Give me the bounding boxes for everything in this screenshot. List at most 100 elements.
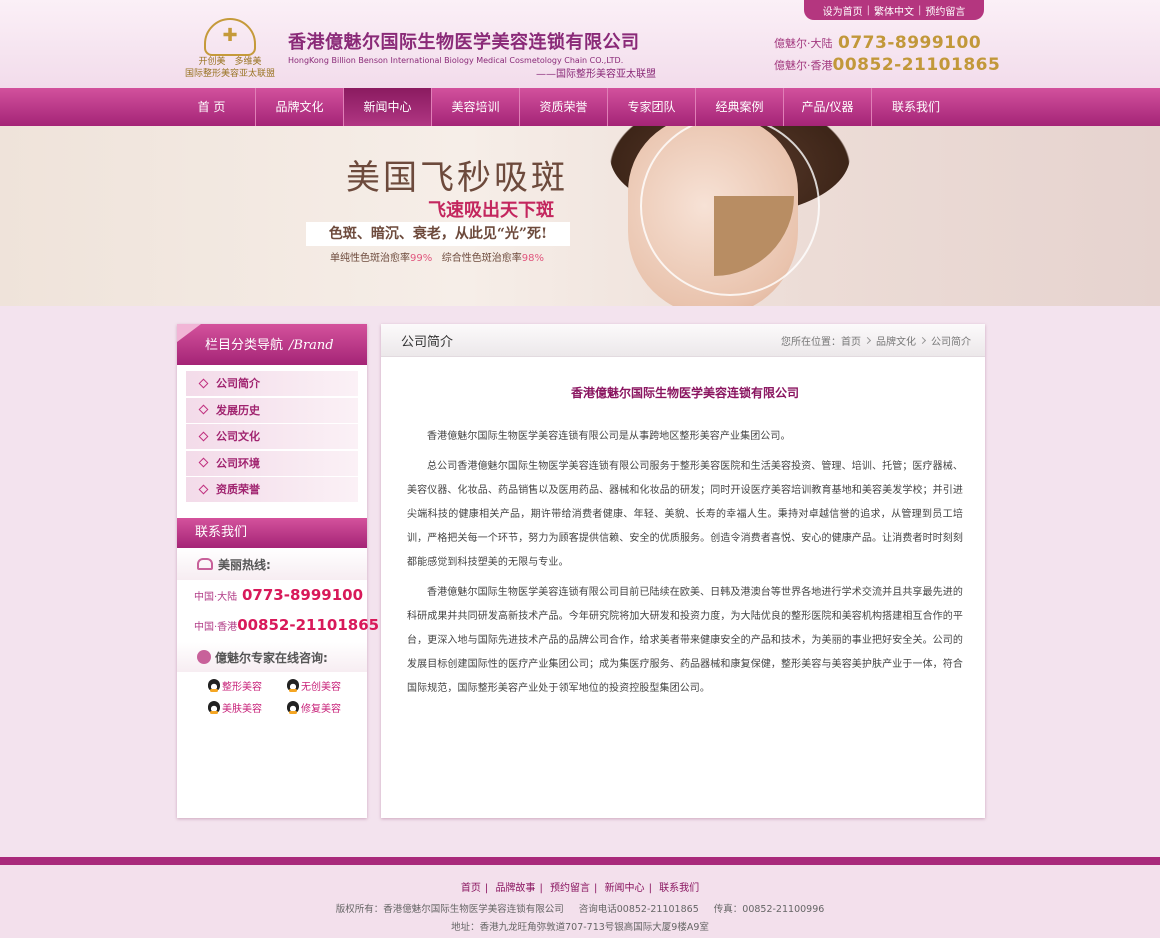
- sidebar-item-label: 公司简介: [216, 377, 260, 390]
- sidebar-item-company-profile[interactable]: 公司简介: [186, 371, 358, 396]
- footer-address: 地址：香港九龙旺角弥敦道707-713号银高国际大厦9楼A9室: [451, 922, 709, 933]
- sidebar-item-culture[interactable]: 公司文化: [186, 424, 358, 450]
- company-name-en: HongKong Billion Benson International Bi…: [288, 56, 624, 65]
- stat2-value: 98%: [521, 253, 545, 264]
- footer-link-appointment[interactable]: 预约留言: [546, 883, 594, 894]
- contact-phone-label: 中国·大陆: [194, 591, 238, 603]
- corner-decoration-icon: [177, 324, 201, 342]
- footer-copyright: 版权所有：香港億魅尔国际生物医学美容连锁有限公司: [335, 904, 564, 915]
- qq-penguin-icon: [287, 679, 299, 693]
- logo[interactable]: ✚ 开创美 多维美 国际整形美容亚太联盟: [184, 18, 276, 80]
- phone-row-mainland: 億魅尔·大陆 0773-8999100: [774, 32, 994, 54]
- qq-penguin-icon: [287, 701, 299, 715]
- online-consult-label: 億魅尔专家在线咨询:: [215, 650, 328, 665]
- nav-training[interactable]: 美容培训: [432, 88, 520, 126]
- footer-fax: 传真：00852-21100996: [713, 904, 825, 915]
- contact-phone-label: 中国·香港: [194, 621, 238, 633]
- sidebar-item-label: 发展历史: [216, 403, 260, 417]
- main-nav: 首 页 品牌文化 新闻中心 美容培训 资质荣誉 专家团队 经典案例 产品/仪器 …: [0, 88, 1160, 126]
- logo-slogan-2: 国际整形美容亚太联盟: [184, 69, 275, 79]
- company-subtitle: ——国际整形美容亚太联盟: [536, 69, 656, 80]
- nav-news[interactable]: 新闻中心: [344, 88, 432, 126]
- phone-label: 億魅尔·大陆: [774, 37, 833, 50]
- sidebar-item-label: 公司文化: [216, 430, 260, 444]
- article-paragraph: 香港億魅尔国际生物医学美容连锁有限公司目前已陆续在欧美、日韩及港澳台等世界各地进…: [407, 587, 963, 694]
- section-title: 公司简介: [401, 334, 454, 350]
- qq-penguin-icon: [208, 679, 220, 693]
- banner-subheadline: 飞速吸出天下斑: [428, 200, 554, 221]
- main-content: 公司简介 您所在位置： 首页 品牌文化 公司简介 香港億魅尔国际生物医学美容连锁…: [381, 324, 985, 818]
- qq-link-label: 无创美容: [301, 681, 341, 693]
- chat-icon: [197, 650, 211, 665]
- company-name-cn: 香港億魅尔国际生物医学美容连锁有限公司: [288, 32, 640, 53]
- footer-band: [0, 857, 1160, 865]
- breadcrumb-prefix: 您所在位置：: [781, 336, 841, 348]
- phone-row-hongkong: 億魅尔·香港 00852-21101865: [774, 54, 1000, 76]
- contact-title: 联系我们: [177, 518, 367, 549]
- qq-link-label: 修复美容: [301, 703, 341, 715]
- banner-headline: 美国飞秒吸斑: [346, 158, 568, 198]
- phone-label: 億魅尔·香港: [774, 59, 833, 72]
- sidebar-item-history[interactable]: 发展历史: [186, 397, 358, 423]
- article-title: 香港億魅尔国际生物医学美容连锁有限公司: [570, 386, 799, 400]
- footer-tel: 咨询电话00852-21101865: [578, 904, 699, 915]
- qq-link-label: 美肤美容: [222, 703, 262, 715]
- appointment-link[interactable]: 预约留言: [921, 3, 969, 18]
- telephone-icon: [197, 558, 213, 571]
- qq-repair-link[interactable]: 修复美容: [287, 696, 366, 718]
- sidebar-item-environment[interactable]: 公司环境: [186, 450, 358, 476]
- footer-links: 首页 | 品牌故事 | 预约留言 | 新闻中心 | 联系我们: [0, 879, 1160, 894]
- chevron-right-icon: [918, 336, 927, 344]
- footer-link-separator: |: [594, 883, 598, 894]
- online-consult-heading: 億魅尔专家在线咨询:: [177, 642, 367, 673]
- footer-link-brand-story[interactable]: 品牌故事: [491, 883, 539, 894]
- footer-link-home[interactable]: 首页: [457, 883, 485, 894]
- nav-contact[interactable]: 联系我们: [872, 88, 960, 126]
- breadcrumb-home[interactable]: 首页: [841, 333, 861, 348]
- nav-honors[interactable]: 资质荣誉: [520, 88, 608, 126]
- promo-banner[interactable]: 美国飞秒吸斑 飞速吸出天下斑 色斑、暗沉、衰老，从此见“光”死! 单纯性色斑治愈…: [0, 126, 1160, 306]
- banner-circle-overlay: [640, 126, 820, 296]
- traditional-chinese-link[interactable]: 繁体中文: [870, 3, 918, 18]
- content-header-bar: 公司简介 您所在位置： 首页 品牌文化 公司简介: [381, 324, 985, 357]
- contact-phone-hongkong: 中国·香港 00852-21101865: [177, 610, 379, 640]
- nav-products[interactable]: 产品/仪器: [784, 88, 872, 126]
- banner-stats: 单纯性色斑治愈率99% 综合性色斑治愈率98%: [330, 249, 544, 264]
- nav-brand-culture[interactable]: 品牌文化: [256, 88, 344, 126]
- footer-link-news[interactable]: 新闻中心: [601, 883, 649, 894]
- breadcrumb-brand-culture[interactable]: 品牌文化: [876, 333, 916, 348]
- site-footer: 首页 | 品牌故事 | 预约留言 | 新闻中心 | 联系我们 版权所有：香港億魅尔国际生…: [0, 865, 1160, 938]
- company-name-block: 香港億魅尔国际生物医学美容连锁有限公司 HongKong Billion Ben…: [288, 28, 658, 80]
- nav-cases[interactable]: 经典案例: [696, 88, 784, 126]
- logo-slogan-1: 开创美 多维美: [198, 57, 262, 67]
- contact-phone-number: 0773-8999100: [242, 586, 364, 605]
- phone-number: 00852-21101865: [832, 55, 1001, 75]
- sidebar-item-honors[interactable]: 资质荣誉: [186, 477, 358, 503]
- qq-noninvasive-link[interactable]: 无创美容: [287, 674, 366, 696]
- sidebar-title-text: 栏目分类导航: [205, 338, 284, 353]
- qq-penguin-icon: [208, 701, 220, 715]
- hotline-label: 美丽热线:: [218, 557, 271, 572]
- diamond-bullet-icon: [198, 431, 209, 442]
- stat2-label: 综合性色斑治愈率: [441, 253, 522, 264]
- qq-skincare-link[interactable]: 美肤美容: [208, 696, 287, 718]
- qq-plastic-surgery-link[interactable]: 整形美容: [208, 674, 287, 696]
- banner-tagline: 色斑、暗沉、衰老，从此见“光”死!: [306, 222, 570, 246]
- footer-link-contact[interactable]: 联系我们: [655, 883, 703, 894]
- footer-link-separator: |: [539, 883, 543, 894]
- article-paragraph: 香港億魅尔国际生物医学美容连锁有限公司是从事跨地区整形美容产业集团公司。: [427, 431, 791, 442]
- sidebar-title-brand: /Brand: [289, 338, 334, 353]
- diamond-bullet-icon: [198, 404, 209, 415]
- nav-home[interactable]: 首 页: [168, 88, 256, 126]
- article: 香港億魅尔国际生物医学美容连锁有限公司 香港億魅尔国际生物医学美容连锁有限公司是…: [381, 384, 985, 701]
- phone-number: 0773-8999100: [838, 33, 982, 53]
- sidebar: 栏目分类导航/Brand 公司简介 发展历史 公司文化 公司环境 资质荣誉 联系…: [177, 324, 379, 818]
- sidebar-item-label: 资质荣誉: [216, 483, 260, 497]
- set-homepage-link[interactable]: 设为首页: [819, 3, 867, 18]
- breadcrumb-current: 公司简介: [931, 336, 971, 348]
- contact-phone-number: 00852-21101865: [237, 616, 380, 635]
- footer-link-separator: |: [648, 883, 652, 894]
- qq-consult-links: 整形美容 无创美容 美肤美容 修复美容: [177, 674, 367, 718]
- hotline-heading: 美丽热线:: [177, 548, 367, 581]
- nav-experts[interactable]: 专家团队: [608, 88, 696, 126]
